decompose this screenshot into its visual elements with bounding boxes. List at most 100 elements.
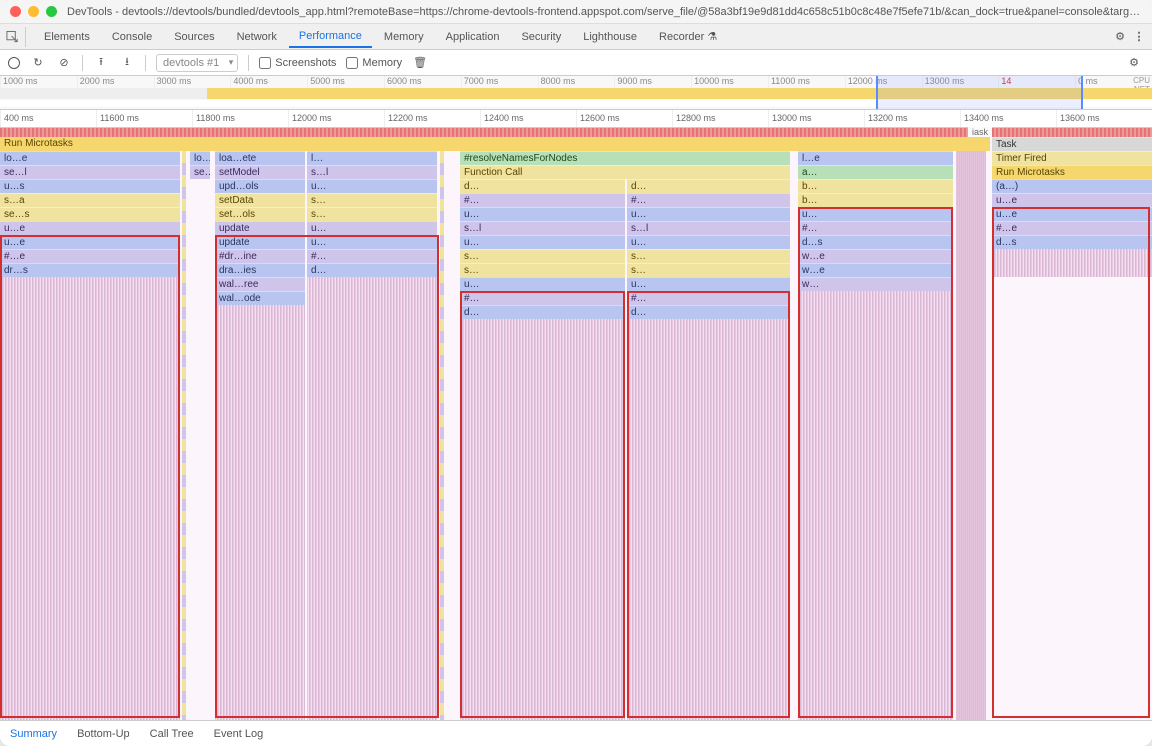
frame-entry[interactable]: l… bbox=[307, 151, 437, 165]
frame-entry[interactable]: s… bbox=[627, 249, 790, 263]
tab-summary[interactable]: Summary bbox=[8, 724, 59, 744]
frame-entry[interactable]: se…l bbox=[0, 165, 180, 179]
frame-entry[interactable]: update bbox=[215, 221, 305, 235]
window-title: DevTools - devtools://devtools/bundled/d… bbox=[67, 6, 1142, 18]
frame-entry[interactable]: u…e bbox=[0, 221, 180, 235]
frame-entry[interactable]: a… bbox=[798, 165, 953, 179]
tab-security[interactable]: Security bbox=[511, 27, 571, 47]
frame-entry[interactable]: b… bbox=[798, 193, 953, 207]
details-tabs: Summary Bottom-Up Call Tree Event Log bbox=[0, 720, 1152, 746]
more-menu-icon[interactable]: ⋮ bbox=[1132, 30, 1146, 43]
flame-chart[interactable]: Run Microtasks Task Timer Fired Run Micr… bbox=[0, 137, 1152, 720]
screenshots-checkbox[interactable]: Screenshots bbox=[259, 57, 336, 69]
frame-entry[interactable]: d… bbox=[460, 179, 625, 193]
annotation-box bbox=[460, 291, 625, 718]
frame-task[interactable]: Task bbox=[992, 137, 1152, 151]
frame-entry[interactable]: s…l bbox=[627, 221, 790, 235]
load-profile-button[interactable]: ⭱ bbox=[93, 55, 109, 71]
frame-function-call[interactable]: Function Call bbox=[460, 165, 790, 179]
clear-button[interactable]: ⊘ bbox=[56, 55, 72, 71]
tab-memory[interactable]: Memory bbox=[374, 27, 434, 47]
inspect-icon[interactable] bbox=[6, 27, 26, 47]
frame-entry[interactable]: upd…ols bbox=[215, 179, 305, 193]
devtools-window: DevTools - devtools://devtools/bundled/d… bbox=[0, 0, 1152, 746]
tab-bottom-up[interactable]: Bottom-Up bbox=[75, 724, 132, 744]
timeline-overview[interactable]: 1000 ms2000 ms3000 ms4000 ms5000 ms6000 … bbox=[0, 76, 1152, 110]
frame-entry[interactable]: d… bbox=[627, 179, 790, 193]
tab-application[interactable]: Application bbox=[436, 27, 510, 47]
titlebar: DevTools - devtools://devtools/bundled/d… bbox=[0, 0, 1152, 24]
frame-entry[interactable]: u… bbox=[307, 179, 437, 193]
save-profile-button[interactable]: ⭳ bbox=[119, 55, 135, 71]
annotation-box bbox=[0, 235, 180, 718]
main-tabs: Elements Console Sources Network Perform… bbox=[0, 24, 1152, 50]
frame-entry[interactable]: s…a bbox=[0, 193, 180, 207]
frame-entry[interactable]: set…ols bbox=[215, 207, 305, 221]
tab-elements[interactable]: Elements bbox=[34, 27, 100, 47]
tab-lighthouse[interactable]: Lighthouse bbox=[573, 27, 647, 47]
frame-entry[interactable]: s… bbox=[307, 193, 437, 207]
frame-entry[interactable]: s…l bbox=[460, 221, 625, 235]
memory-checkbox[interactable]: Memory bbox=[346, 57, 402, 69]
frame-entry[interactable]: setData bbox=[215, 193, 305, 207]
frame-entry[interactable]: u…e bbox=[992, 193, 1152, 207]
perf-settings-gear-icon[interactable]: ⚙ bbox=[1124, 56, 1144, 69]
frame-timer-fired[interactable]: Timer Fired bbox=[992, 151, 1152, 165]
frame-resolve-names[interactable]: #resolveNamesForNodes bbox=[460, 151, 790, 165]
flame-sliver[interactable] bbox=[440, 151, 444, 720]
frame-entry[interactable]: u… bbox=[307, 221, 437, 235]
frame-entry[interactable]: b… bbox=[798, 179, 953, 193]
record-button[interactable] bbox=[8, 57, 20, 69]
tab-performance[interactable]: Performance bbox=[289, 26, 372, 48]
annotation-box bbox=[992, 207, 1150, 718]
frame-entry[interactable]: s… bbox=[307, 207, 437, 221]
tab-recorder[interactable]: Recorder ⚗ bbox=[649, 26, 727, 47]
reload-record-button[interactable]: ↻ bbox=[30, 55, 46, 71]
frame-entry[interactable]: se…l bbox=[190, 165, 210, 179]
performance-toolbar: ↻ ⊘ ⭱ ⭳ devtools #1 Screenshots Memory 🗑… bbox=[0, 50, 1152, 76]
frame-entry[interactable]: s…l bbox=[307, 165, 437, 179]
frame-entry[interactable]: u… bbox=[460, 277, 625, 291]
iask-label: iask bbox=[968, 127, 992, 137]
frame-entry[interactable]: s… bbox=[460, 249, 625, 263]
annotation-box bbox=[627, 291, 790, 718]
minimize-window-button[interactable] bbox=[28, 6, 39, 17]
frame-entry[interactable]: setModel bbox=[215, 165, 305, 179]
flame-column-1b: lo…e se…l bbox=[190, 151, 210, 720]
flame-sliver[interactable] bbox=[182, 151, 186, 720]
settings-gear-icon[interactable]: ⚙ bbox=[1110, 30, 1130, 43]
traffic-lights bbox=[10, 6, 57, 17]
tab-event-log[interactable]: Event Log bbox=[212, 724, 266, 744]
frame-entry[interactable]: u… bbox=[627, 207, 790, 221]
frame-entry[interactable]: s… bbox=[627, 263, 790, 277]
maximize-window-button[interactable] bbox=[46, 6, 57, 17]
frame-entry[interactable]: lo…e bbox=[0, 151, 180, 165]
frame-entry[interactable]: u… bbox=[460, 235, 625, 249]
trash-icon[interactable]: 🗑 bbox=[412, 55, 428, 71]
profile-selector[interactable]: devtools #1 bbox=[156, 54, 238, 72]
frame-entry[interactable]: se…s bbox=[0, 207, 180, 221]
frame-entry[interactable]: u… bbox=[627, 235, 790, 249]
frame-entry[interactable]: (a…) bbox=[992, 179, 1152, 193]
tab-console[interactable]: Console bbox=[102, 27, 162, 47]
tab-sources[interactable]: Sources bbox=[164, 27, 224, 47]
frame-entry[interactable]: loa…ete bbox=[215, 151, 305, 165]
frame-run-microtasks-2[interactable]: Run Microtasks bbox=[992, 165, 1152, 179]
frame-entry[interactable]: s… bbox=[460, 263, 625, 277]
frame-entry[interactable]: u… bbox=[460, 207, 625, 221]
frame-entry[interactable]: lo…e bbox=[190, 151, 210, 165]
tab-network[interactable]: Network bbox=[227, 27, 287, 47]
overview-window-handle[interactable] bbox=[876, 76, 1083, 109]
close-window-button[interactable] bbox=[10, 6, 21, 17]
frame-entry[interactable]: #… bbox=[460, 193, 625, 207]
flame-ruler[interactable]: 400 ms11600 ms11800 ms12000 ms12200 ms12… bbox=[0, 110, 1152, 128]
frame-entry[interactable]: u…s bbox=[0, 179, 180, 193]
flame-sliver[interactable] bbox=[956, 151, 986, 720]
flask-icon: ⚗ bbox=[707, 31, 717, 43]
annotation-box bbox=[215, 235, 439, 718]
frame-run-microtasks[interactable]: Run Microtasks bbox=[0, 137, 990, 151]
frame-entry[interactable]: #… bbox=[627, 193, 790, 207]
frame-entry[interactable]: l…e bbox=[798, 151, 953, 165]
frame-entry[interactable]: u… bbox=[627, 277, 790, 291]
tab-call-tree[interactable]: Call Tree bbox=[148, 724, 196, 744]
